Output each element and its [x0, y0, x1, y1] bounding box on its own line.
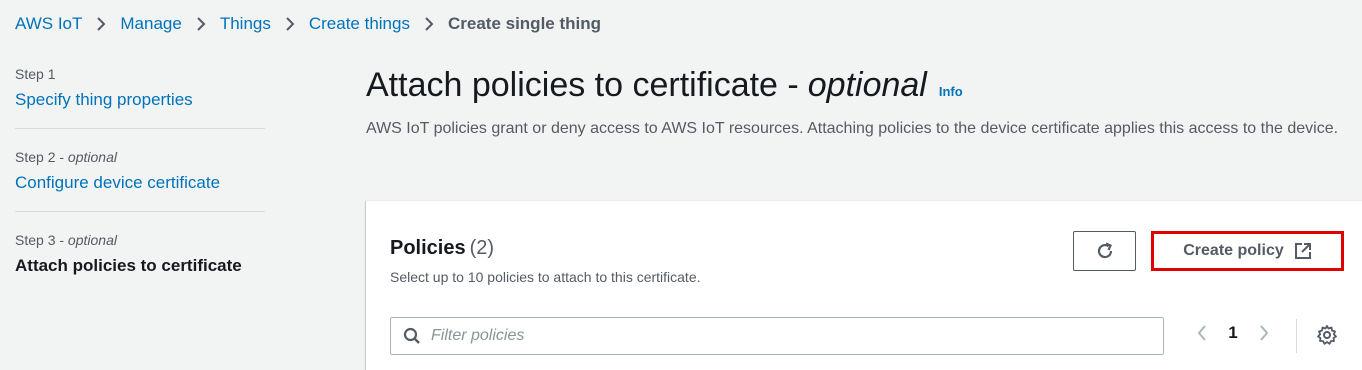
info-link[interactable]: Info	[939, 84, 963, 99]
create-policy-button[interactable]: Create policy	[1151, 231, 1344, 271]
breadcrumb-create-things[interactable]: Create things	[309, 14, 410, 34]
step-2: Step 2 - optional Configure device certi…	[15, 149, 265, 212]
chevron-left-icon[interactable]	[1188, 323, 1216, 343]
policies-container: Policies (2) Select up to 10 policies to …	[366, 200, 1362, 370]
page-title: Attach policies to certificate - optiona…	[366, 66, 963, 104]
breadcrumb-aws-iot[interactable]: AWS IoT	[15, 14, 82, 34]
step-1: Step 1 Specify thing properties	[15, 66, 265, 129]
step-1-link[interactable]: Specify thing properties	[15, 90, 193, 109]
step-label: Step 1	[15, 66, 56, 82]
step-2-link[interactable]: Configure device certificate	[15, 173, 220, 192]
search-icon	[403, 327, 421, 345]
step-label: Step 3 - optional	[15, 232, 117, 248]
refresh-icon	[1095, 241, 1115, 261]
external-link-icon	[1294, 242, 1312, 260]
chevron-right-icon	[410, 16, 448, 32]
policies-title: Policies (2)	[390, 237, 495, 259]
pagination: 1	[1188, 323, 1278, 343]
page-number[interactable]: 1	[1216, 323, 1250, 343]
refresh-button[interactable]	[1073, 231, 1136, 271]
breadcrumb-things[interactable]: Things	[220, 14, 271, 34]
breadcrumb: AWS IoT Manage Things Create things Crea…	[15, 14, 601, 34]
divider	[1296, 319, 1297, 353]
chevron-right-icon	[271, 16, 309, 32]
filter-policies-input[interactable]	[431, 327, 1131, 345]
step-label: Step 2 - optional	[15, 149, 117, 165]
policies-count: (2)	[469, 237, 495, 259]
gear-icon[interactable]	[1316, 324, 1338, 346]
policies-header: Policies (2) Select up to 10 policies to …	[390, 237, 701, 285]
chevron-right-icon	[82, 16, 120, 32]
breadcrumb-current: Create single thing	[447, 14, 602, 33]
step-3: Step 3 - optional Attach policies to cer…	[15, 232, 265, 294]
main-content: Attach policies to certificate - optiona…	[366, 66, 1356, 142]
wizard-steps: Step 1 Specify thing properties Step 2 -…	[15, 66, 265, 314]
breadcrumb-manage[interactable]: Manage	[120, 14, 181, 34]
chevron-right-icon	[182, 16, 220, 32]
chevron-right-icon[interactable]	[1250, 323, 1278, 343]
create-policy-label: Create policy	[1183, 242, 1284, 259]
step-3-current: Attach policies to certificate	[15, 256, 242, 275]
filter-policies[interactable]	[390, 317, 1164, 355]
policies-subtitle: Select up to 10 policies to attach to th…	[390, 269, 701, 285]
page-description: AWS IoT policies grant or deny access to…	[366, 120, 1339, 137]
